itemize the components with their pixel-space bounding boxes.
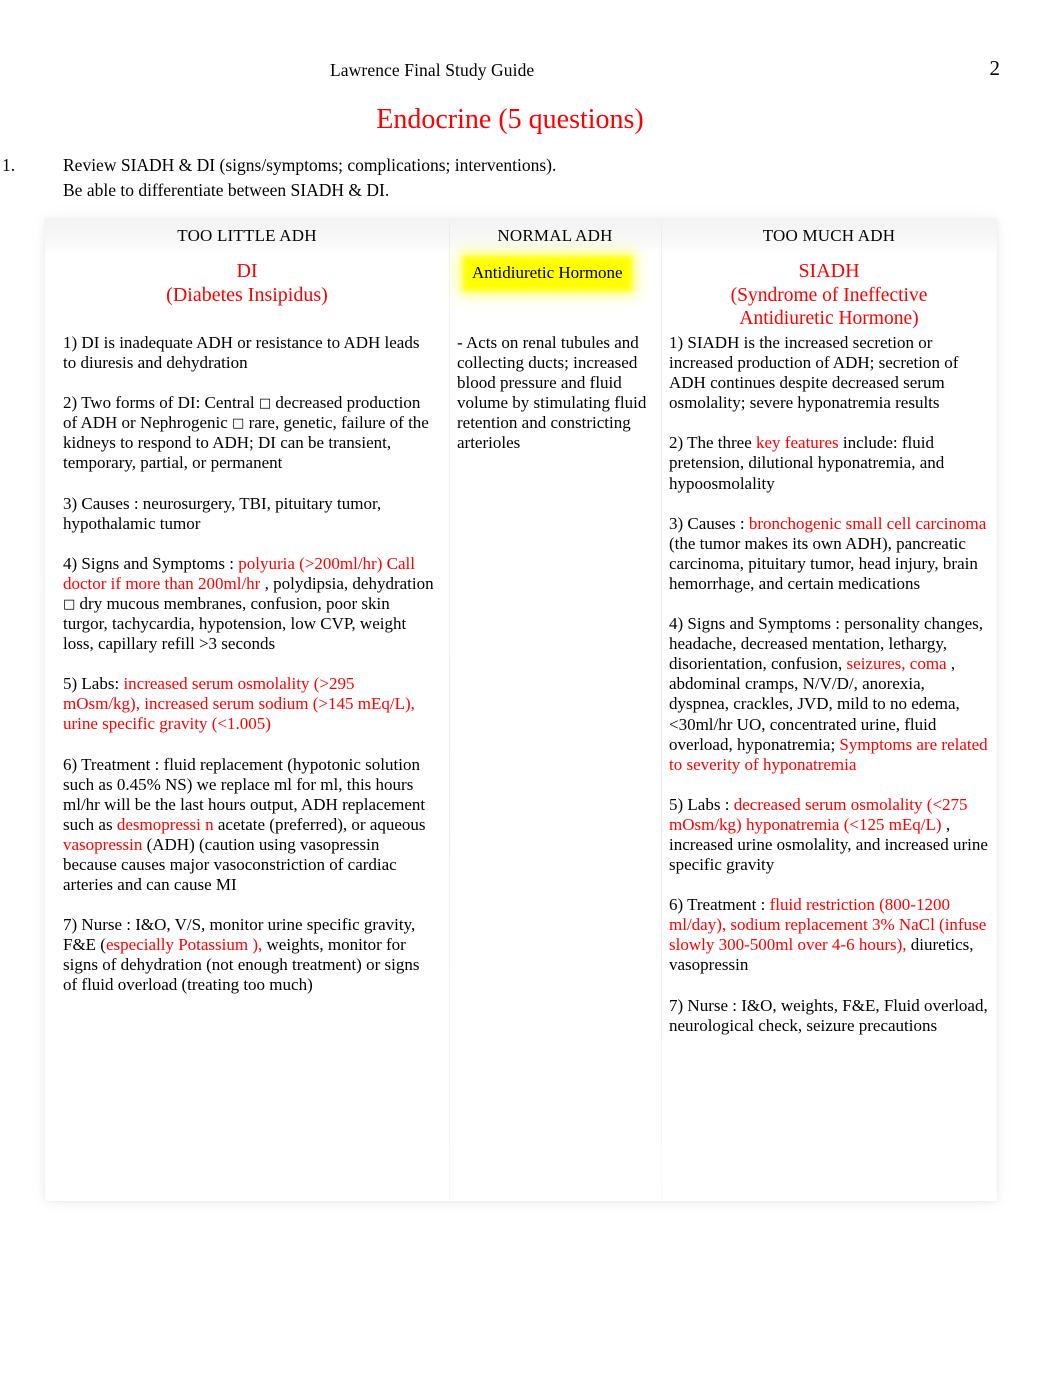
column-title-di-line-1: DI	[236, 260, 258, 282]
body-text: □	[63, 596, 76, 612]
body-text: acetate (preferred), or aqueous	[213, 814, 426, 834]
instruction-text: Review SIADH & DI (signs/symptoms; compl…	[63, 153, 556, 203]
column-divider-1	[449, 219, 450, 1201]
body-text: 3) Causes	[669, 513, 736, 533]
body-text: seizure precautions	[806, 1015, 938, 1035]
content-paragraph: 1) DI is inadequate ADH or resistance to…	[63, 333, 435, 373]
emphasis-text: bronchogenic small cell carcinoma	[748, 513, 987, 533]
content-paragraph: 6) Treatment : fluid replacement (hypoto…	[63, 755, 435, 896]
emphasis-text: key features	[756, 433, 839, 453]
content-paragraph: 4) Signs and Symptoms : polyuria (>200ml…	[63, 554, 435, 654]
emphasis-text: vasopressin	[63, 834, 143, 854]
column-body-di: 1) DI is inadequate ADH or resistance to…	[45, 333, 449, 996]
column-title-siadh-line-1: SIADH	[798, 260, 860, 282]
content-paragraph: 7) Nurse : I&O, weights, F&E, Fluid over…	[669, 996, 989, 1036]
table-column-too-little-adh: TOO LITTLE ADH DI (Diabetes Insipidus) 1…	[45, 219, 449, 1201]
body-text: :	[756, 895, 770, 915]
running-header: Lawrence Final Study Guide 2	[0, 56, 1062, 86]
body-text: 6) Treatment	[669, 895, 757, 915]
column-header-too-much-adh: TOO MUCH ADH	[661, 219, 997, 252]
body-text: - Acts on renal tubules and collecting d…	[457, 333, 647, 453]
body-text: 3) Causes	[63, 493, 130, 513]
body-text: 7) Nurse	[63, 915, 123, 935]
body-text: :	[720, 794, 734, 814]
highlighted-antidiuretic-hormone-label: Antidiuretic Hormone	[467, 260, 628, 287]
emphasis-text: ),	[248, 935, 263, 955]
body-text: 2) The three	[669, 433, 757, 453]
table-column-normal-adh: NORMAL ADH Antidiuretic Hormone - Acts o…	[449, 219, 661, 1201]
column-header-too-little-adh: TOO LITTLE ADH	[45, 219, 449, 252]
body-text: :	[735, 513, 749, 533]
table-grid: TOO LITTLE ADH DI (Diabetes Insipidus) 1…	[45, 219, 997, 1201]
column-divider-2	[661, 219, 662, 1201]
emphasis-text: desmopressi	[112, 814, 201, 834]
content-paragraph: 2) The three key features include: fluid…	[669, 433, 989, 493]
content-paragraph: 5) Labs: increased serum osmolality (>29…	[63, 674, 435, 734]
content-paragraph: 3) Causes : bronchogenic small cell carc…	[669, 514, 989, 594]
table-column-too-much-adh: TOO MUCH ADH SIADH (Syndrome of Ineffect…	[661, 219, 997, 1201]
body-text: : fluid replacement	[150, 754, 283, 774]
page-number: 2	[989, 56, 1001, 80]
body-text: 7) Nurse	[669, 995, 729, 1015]
column-title-siadh-line-3: Antidiuretic Hormone)	[739, 308, 919, 329]
instruction-number: 1.	[2, 155, 16, 175]
emphasis-text: seizures, coma	[846, 654, 947, 674]
body-text: 5) Labs:	[63, 674, 124, 694]
column-title-di-line-2: (Diabetes Insipidus)	[166, 283, 328, 306]
body-text: 2) Two forms of DI: Central	[63, 393, 259, 413]
body-text: 4) Signs and Symptoms	[63, 553, 225, 573]
emphasis-text: n	[200, 814, 214, 834]
body-text: □	[232, 416, 245, 432]
document-page: Lawrence Final Study Guide 2 Endocrine (…	[0, 0, 1062, 1376]
column-body-siadh: 1) SIADH is the increased secretion or i…	[661, 333, 997, 1036]
instruction-line-1: Review SIADH & DI (signs/symptoms; compl…	[63, 155, 557, 175]
column-title-siadh: SIADH (Syndrome of Ineffective Antidiure…	[661, 260, 997, 331]
instruction-line-2: Be able to differentiate between SIADH &…	[63, 180, 390, 200]
column-title-adh: Antidiuretic Hormone	[449, 260, 661, 287]
body-text: :	[225, 553, 239, 573]
content-paragraph: - Acts on renal tubules and collecting d…	[457, 333, 653, 454]
body-text: □	[258, 396, 272, 412]
body-text: (the tumor makes its own ADH), pancreati…	[669, 533, 978, 593]
page-title: Endocrine (5 questions)	[376, 104, 644, 135]
column-body-normal-adh: - Acts on renal tubules and collecting d…	[449, 333, 661, 454]
column-title-di: DI (Diabetes Insipidus)	[45, 260, 449, 307]
content-paragraph: 5) Labs : decreased serum osmolality (<2…	[669, 795, 989, 875]
running-header-title: Lawrence Final Study Guide	[330, 60, 535, 80]
body-text: 1) SIADH is the increased secretion or i…	[669, 333, 959, 413]
content-paragraph: 7) Nurse : I&O, V/S, monitor urine speci…	[63, 915, 435, 995]
content-paragraph: 2) Two forms of DI: Central □ decreased …	[63, 393, 435, 473]
content-paragraph: 6) Treatment : fluid restriction (800-12…	[669, 895, 989, 975]
body-text: 6) Treatment	[63, 754, 151, 774]
column-header-normal-adh: NORMAL ADH	[449, 219, 661, 252]
body-text: dry mucous membranes, confusion, poor sk…	[63, 593, 407, 654]
body-text: 4) Signs and Symptoms	[669, 614, 831, 634]
column-title-siadh-line-2: (Syndrome of Ineffective	[730, 284, 928, 306]
emphasis-text: especially Potassium	[105, 935, 249, 955]
body-text: 1) DI is inadequate ADH or resistance to…	[63, 333, 420, 373]
content-paragraph: 1) SIADH is the increased secretion or i…	[669, 333, 989, 413]
adh-comparison-table: TOO LITTLE ADH DI (Diabetes Insipidus) 1…	[45, 219, 997, 1201]
body-text: 5) Labs	[669, 794, 721, 814]
content-paragraph: 3) Causes : neurosurgery, TBI, pituitary…	[63, 494, 435, 534]
body-text: , polydipsia, dehydration	[260, 573, 434, 593]
content-paragraph: 4) Signs and Symptoms : personality chan…	[669, 614, 989, 775]
